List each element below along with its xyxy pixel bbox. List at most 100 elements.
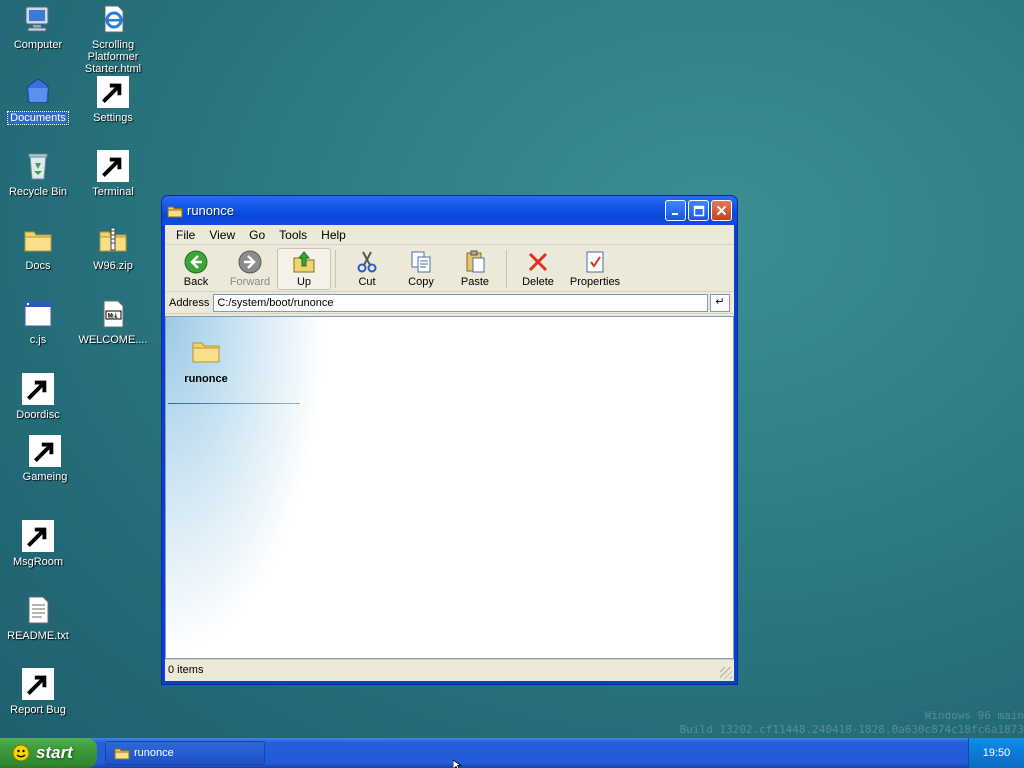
folder-up-icon xyxy=(293,251,315,273)
cut-button[interactable]: Cut xyxy=(340,248,394,290)
minimize-icon xyxy=(671,212,678,215)
resize-grip[interactable] xyxy=(720,667,732,679)
desktop-icon-cjs[interactable]: c.js xyxy=(1,298,75,346)
desktop-icon-label: Doordisc xyxy=(16,409,60,421)
computer-icon xyxy=(22,3,54,35)
recycle-bin-icon xyxy=(22,150,54,182)
watermark-line-2: Build 13202.cf11448.240418-1828.0a630c87… xyxy=(679,723,1024,736)
settings-icon xyxy=(97,76,129,108)
folder-icon xyxy=(167,206,183,217)
status-bar: 0 items xyxy=(165,659,734,681)
desktop-icon-computer[interactable]: Computer xyxy=(1,3,75,51)
script-file-icon xyxy=(22,298,54,330)
menu-go[interactable]: Go xyxy=(242,228,272,242)
menu-help[interactable]: Help xyxy=(314,228,353,242)
close-icon xyxy=(716,205,727,216)
shortcut-arrow-icon xyxy=(29,435,61,467)
address-input[interactable] xyxy=(213,293,708,312)
shortcut-arrow-icon xyxy=(22,668,54,700)
copy-button[interactable]: Copy xyxy=(394,248,448,290)
folder-item-runonce[interactable]: runonce xyxy=(176,335,236,385)
desktop-icon-readme[interactable]: README.txt xyxy=(1,594,75,642)
delete-button[interactable]: Delete xyxy=(511,248,565,290)
forward-label: Forward xyxy=(229,276,271,288)
desktop-icon-gameing[interactable]: Gameing xyxy=(8,435,82,483)
maximize-button[interactable] xyxy=(688,200,709,221)
delete-label: Delete xyxy=(522,276,554,288)
window-titlebar[interactable]: runonce xyxy=(162,196,737,225)
forward-button[interactable]: Forward xyxy=(223,248,277,290)
properties-label: Properties xyxy=(569,276,621,288)
address-label: Address xyxy=(169,296,210,309)
menu-tools[interactable]: Tools xyxy=(272,228,314,242)
paste-button[interactable]: Paste xyxy=(448,248,502,290)
internet-explorer-icon xyxy=(97,3,129,35)
clock[interactable]: 19:50 xyxy=(983,747,1011,759)
start-label: start xyxy=(36,743,73,762)
folder-icon xyxy=(22,224,54,256)
desktop-icon-label: Gameing xyxy=(22,471,68,483)
folder-icon xyxy=(192,342,220,363)
folder-item-label: runonce xyxy=(184,373,228,385)
folder-content-pane[interactable]: runonce xyxy=(165,316,734,659)
paste-label: Paste xyxy=(460,276,490,288)
taskbar: start runonce 19:50 xyxy=(0,738,1024,768)
desktop-icon-msgroom[interactable]: MsgRoom xyxy=(1,520,75,568)
menu-file[interactable]: File xyxy=(169,228,202,242)
desktop-icon-label: c.js xyxy=(29,334,47,346)
address-bar: Address ↵ xyxy=(165,292,734,314)
cube-icon xyxy=(29,435,61,467)
go-arrow-icon: ↵ xyxy=(715,295,725,308)
desktop-icon-w96-zip[interactable]: W96.zip xyxy=(76,224,150,272)
desktop-icon-label: README.txt xyxy=(7,630,69,642)
desktop-icon-report-bug[interactable]: Report Bug xyxy=(1,668,75,716)
shortcut-arrow-icon xyxy=(97,150,129,182)
desktop-icon-label: Recycle Bin xyxy=(8,186,68,198)
up-label: Up xyxy=(296,276,312,288)
desktop-icon-label: Documents xyxy=(7,111,69,125)
taskbar-item-runonce[interactable]: runonce xyxy=(105,741,265,765)
properties-button[interactable]: Properties xyxy=(565,248,625,290)
window-body: File View Go Tools Help Back Forward Up … xyxy=(165,225,734,681)
msgroom-icon xyxy=(22,520,54,552)
watermark-line-1: Windows 96 main xyxy=(924,709,1024,722)
desktop-icon-docs[interactable]: Docs xyxy=(1,224,75,272)
desktop-icon-documents[interactable]: Documents xyxy=(1,76,75,125)
folder-icon xyxy=(114,748,130,760)
shortcut-arrow-icon xyxy=(22,520,54,552)
window-title: runonce xyxy=(187,203,234,218)
desktop-icon-scrolling-platformer[interactable]: Scrolling Platformer Starter.html xyxy=(76,3,150,75)
menu-view[interactable]: View xyxy=(202,228,242,242)
system-tray: 19:50 xyxy=(968,738,1024,768)
maximize-icon xyxy=(693,205,704,216)
menu-bar: File View Go Tools Help xyxy=(165,225,734,245)
desktop-icon-label: Scrolling Platformer Starter.html xyxy=(84,39,142,75)
scissors-icon xyxy=(357,251,377,273)
shortcut-arrow-icon xyxy=(22,373,54,405)
paste-icon xyxy=(466,250,485,273)
cut-label: Cut xyxy=(358,276,376,288)
text-file-icon xyxy=(22,594,54,626)
back-button[interactable]: Back xyxy=(169,248,223,290)
desktop-icon-terminal[interactable]: /# Terminal xyxy=(76,150,150,198)
start-button[interactable]: start xyxy=(0,738,97,768)
close-button[interactable] xyxy=(711,200,732,221)
markdown-glyph: M↓ xyxy=(108,313,118,320)
minimize-button[interactable] xyxy=(665,200,686,221)
markdown-file-icon: M↓ xyxy=(97,298,129,330)
desktop-icon-welcome[interactable]: M↓ WELCOME.... xyxy=(76,298,150,346)
desktop-icon-label: MsgRoom xyxy=(12,556,64,568)
smiley-icon xyxy=(12,744,30,762)
go-button[interactable]: ↵ xyxy=(710,293,730,312)
content-divider xyxy=(168,403,300,404)
desktop-icon-recycle-bin[interactable]: Recycle Bin xyxy=(1,150,75,198)
shortcut-arrow-icon xyxy=(97,76,129,108)
desktop-icon-doordisc[interactable]: Doordisc xyxy=(1,373,75,421)
up-button[interactable]: Up xyxy=(277,248,331,290)
back-label: Back xyxy=(183,276,209,288)
toolbar: Back Forward Up Cut Copy Paste Delete Pr… xyxy=(165,245,734,292)
properties-icon xyxy=(586,251,604,273)
desktop-icon-settings[interactable]: Settings xyxy=(76,76,150,124)
back-arrow-icon xyxy=(184,250,208,274)
explorer-window: runonce File View Go Tools Help Back For… xyxy=(161,195,738,685)
